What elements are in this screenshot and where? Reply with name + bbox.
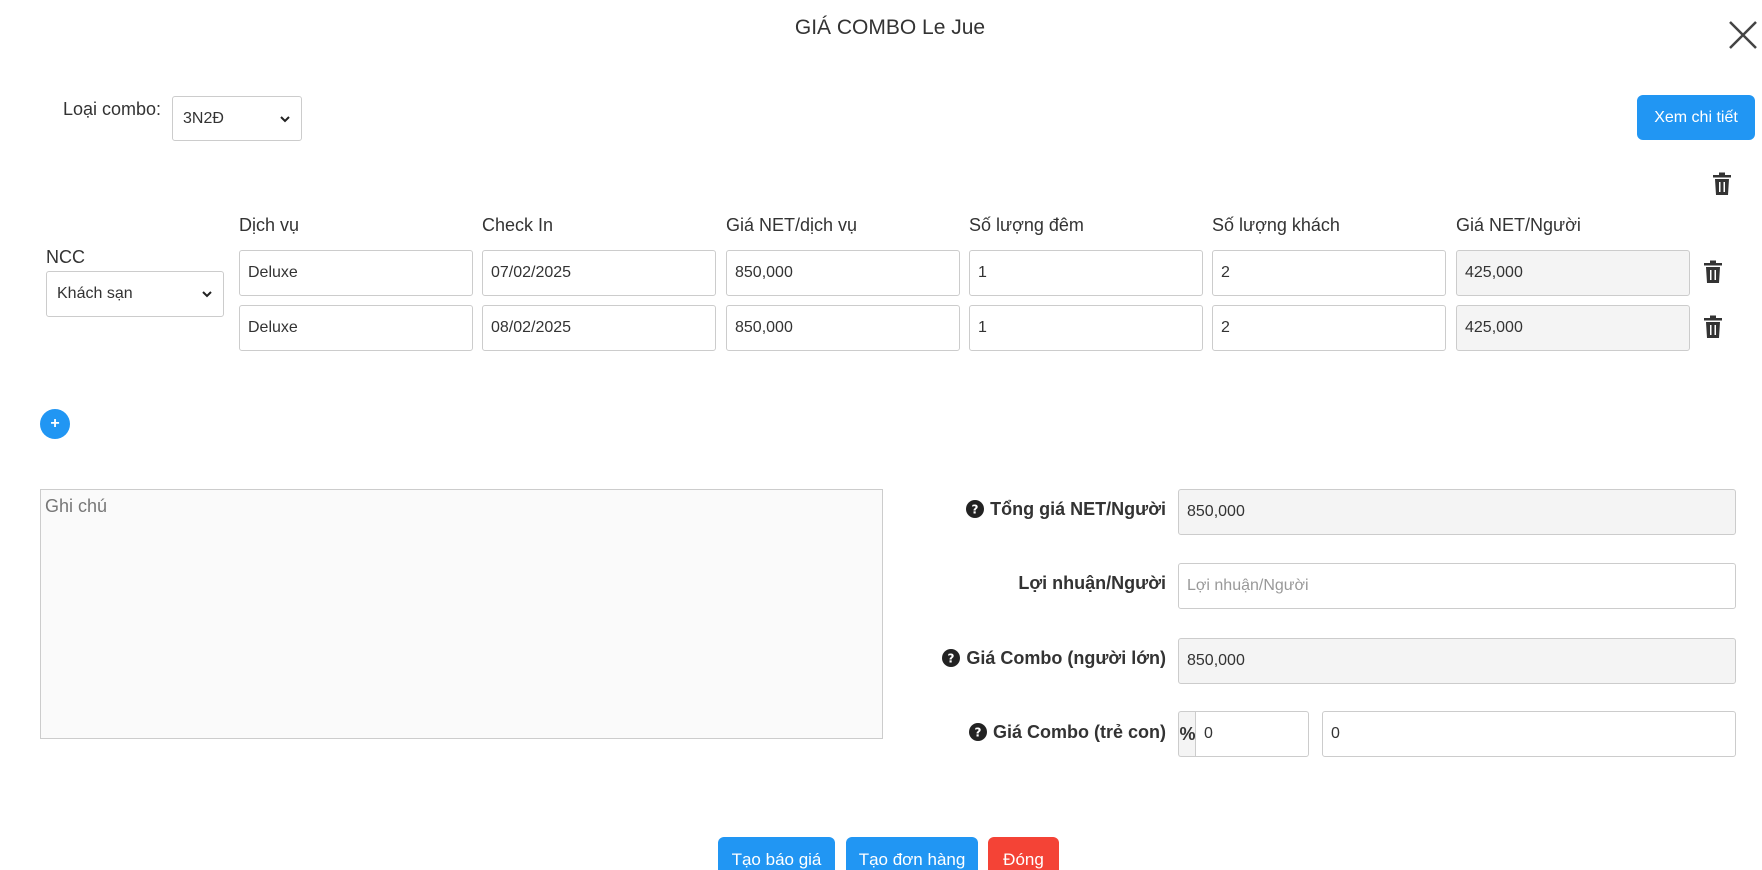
profit-label: Lợi nhuận/Người xyxy=(900,570,1166,596)
combo-type-value: 3N2Đ xyxy=(183,109,224,127)
combo-type-select[interactable]: 3N2Đ xyxy=(172,96,302,141)
ncc-value: Khách sạn xyxy=(57,285,133,302)
chevron-down-icon xyxy=(280,115,290,122)
net-price-input[interactable]: 850,000 xyxy=(726,250,960,296)
percent-icon: % xyxy=(1178,711,1196,757)
guests-input[interactable]: 2 xyxy=(1212,250,1446,296)
add-row-button[interactable]: + xyxy=(40,409,70,439)
total-net-label-text: Tổng giá NET/Người xyxy=(990,498,1166,519)
trash-icon[interactable] xyxy=(1703,315,1723,339)
ncc-select[interactable]: Khách sạn xyxy=(46,271,224,317)
total-net-field: 850,000 xyxy=(1178,489,1736,535)
ncc-label: NCC xyxy=(46,247,85,267)
chevron-down-icon xyxy=(202,291,212,298)
profit-input[interactable]: Lợi nhuận/Người xyxy=(1178,563,1736,609)
modal-title: GIÁ COMBO Le Jue xyxy=(794,16,986,39)
child-combo-input[interactable]: 0 xyxy=(1322,711,1736,757)
help-icon: ? xyxy=(942,649,961,667)
child-percent-input[interactable]: 0 xyxy=(1195,711,1309,757)
trash-icon[interactable] xyxy=(1712,172,1732,196)
header-nights: Số lượng đêm xyxy=(969,215,1084,235)
header-service: Dịch vụ xyxy=(239,215,300,235)
total-net-label: ? Tổng giá NET/Người xyxy=(900,496,1166,522)
nights-input[interactable]: 1 xyxy=(969,250,1203,296)
adult-combo-field: 850,000 xyxy=(1178,638,1736,684)
trash-icon[interactable] xyxy=(1703,260,1723,284)
svg-text:?: ? xyxy=(948,652,955,666)
close-icon[interactable] xyxy=(1726,18,1760,52)
notes-textarea[interactable]: Ghi chú xyxy=(40,489,883,739)
close-button[interactable]: Đóng xyxy=(988,837,1059,870)
nights-input[interactable]: 1 xyxy=(969,305,1203,351)
create-quote-button[interactable]: Tạo báo giá xyxy=(718,837,835,870)
profit-label-text: Lợi nhuận/Người xyxy=(1018,572,1166,593)
guests-input[interactable]: 2 xyxy=(1212,305,1446,351)
view-detail-button[interactable]: Xem chi tiết xyxy=(1637,95,1755,140)
child-combo-label-text: Giá Combo (trẻ con) xyxy=(992,721,1166,742)
create-order-button[interactable]: Tạo đơn hàng xyxy=(846,837,978,870)
child-combo-label: ? Giá Combo (trẻ con) xyxy=(900,719,1166,745)
svg-text:?: ? xyxy=(975,726,982,740)
service-input[interactable]: Deluxe xyxy=(239,250,473,296)
combo-type-label: Loại combo: xyxy=(63,99,162,119)
header-check-in: Check In xyxy=(482,215,554,235)
service-input[interactable]: Deluxe xyxy=(239,305,473,351)
net-per-person-field: 425,000 xyxy=(1456,250,1690,296)
help-icon: ? xyxy=(968,723,987,741)
header-guests: Số lượng khách xyxy=(1212,215,1340,235)
header-net-per-person: Giá NET/Người xyxy=(1456,215,1581,235)
check-in-input[interactable]: 08/02/2025 xyxy=(482,305,716,351)
check-in-input[interactable]: 07/02/2025 xyxy=(482,250,716,296)
adult-combo-label-text: Giá Combo (người lớn) xyxy=(966,647,1166,668)
help-icon: ? xyxy=(966,500,985,518)
net-per-person-field: 425,000 xyxy=(1456,305,1690,351)
adult-combo-label: ? Giá Combo (người lớn) xyxy=(900,645,1166,671)
net-price-input[interactable]: 850,000 xyxy=(726,305,960,351)
svg-text:?: ? xyxy=(972,503,979,517)
header-net-price: Giá NET/dịch vụ xyxy=(726,215,858,235)
